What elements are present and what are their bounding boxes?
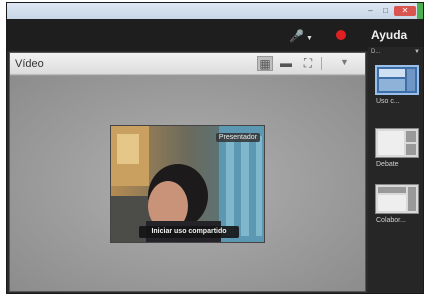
sidebar-header-label: D... <box>371 49 381 55</box>
layout-label: Uso c... <box>376 98 400 105</box>
fullscreen-icon[interactable]: ⛶ <box>300 56 316 71</box>
pod-header: Vídeo ▦ ▬ ⛶ ▼ <box>10 53 365 75</box>
single-view-icon[interactable]: ▬ <box>278 56 294 71</box>
presenter-badge: Presentador <box>215 133 260 142</box>
help-menu[interactable]: Ayuda <box>371 28 407 42</box>
layout-thumbnail <box>375 128 419 158</box>
chevron-down-icon[interactable]: ▼ <box>414 47 420 57</box>
microphone-icon: 🎤 <box>289 29 304 43</box>
layout-label: Debate <box>376 161 399 168</box>
layouts-sidebar: D... ▼ Uso c... Debate Colabor... <box>368 47 423 293</box>
divider <box>321 57 322 70</box>
layout-preview <box>379 69 415 91</box>
title-bar: – □ ✕ <box>7 3 423 19</box>
app-window: – □ ✕ 🎤 ▼ Ayuda Vídeo ▦ ▬ ⛶ ▼ Presentado… <box>6 2 424 294</box>
pod-title: Vídeo <box>15 58 44 70</box>
layout-preview <box>378 187 416 211</box>
top-toolbar: 🎤 ▼ Ayuda <box>7 19 423 51</box>
webcam-video: Presentador Iniciar uso compartido <box>110 125 265 243</box>
close-button[interactable]: ✕ <box>394 6 416 16</box>
record-icon[interactable] <box>336 30 346 40</box>
maximize-button[interactable]: □ <box>379 6 392 16</box>
layout-thumbnail <box>375 65 419 95</box>
microphone-button[interactable]: 🎤 ▼ <box>289 29 313 43</box>
layout-preview <box>378 131 416 155</box>
chevron-down-icon: ▼ <box>305 35 313 42</box>
start-sharing-button[interactable]: Iniciar uso compartido <box>139 226 239 238</box>
grid-view-icon[interactable]: ▦ <box>257 56 273 71</box>
layout-label: Colabor... <box>376 217 406 224</box>
pod-menu-icon[interactable]: ▼ <box>340 57 349 67</box>
minimize-button[interactable]: – <box>364 6 377 16</box>
sidebar-header: D... ▼ <box>368 47 423 57</box>
layout-thumbnail <box>375 184 419 214</box>
